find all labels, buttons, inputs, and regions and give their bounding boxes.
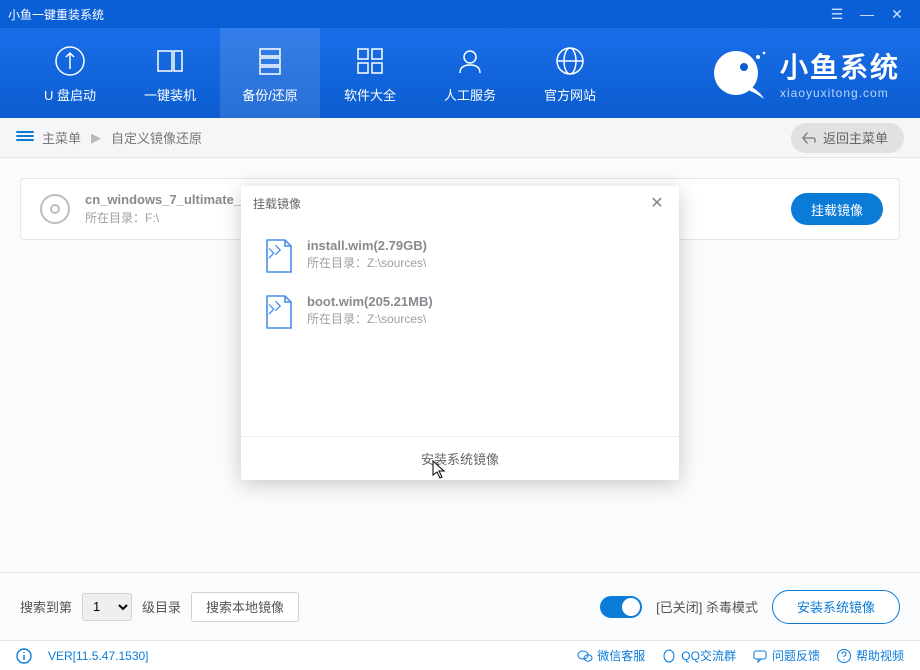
statusbar: VER[11.5.47.1530] 微信客服 QQ交流群 问题反馈 帮助视频 <box>0 640 920 670</box>
usb-icon <box>52 43 88 79</box>
version-label: VER[11.5.47.1530] <box>48 649 149 663</box>
headset-icon <box>452 43 488 79</box>
wechat-support[interactable]: 微信客服 <box>577 647 645 664</box>
search-local-button[interactable]: 搜索本地镜像 <box>191 592 299 622</box>
modal-close-button[interactable]: ✕ <box>647 193 667 213</box>
help-video[interactable]: 帮助视频 <box>836 647 904 664</box>
back-to-main-button[interactable]: 返回主菜单 <box>791 123 904 153</box>
modal-install-button[interactable]: 安装系统镜像 <box>241 436 679 480</box>
mount-image-button[interactable]: 挂载镜像 <box>791 193 883 225</box>
wim-name: boot.wim(205.21MB) <box>307 294 433 309</box>
back-icon <box>801 130 817 146</box>
wechat-icon <box>577 648 593 664</box>
file-icon <box>263 294 295 330</box>
disc-icon <box>37 191 73 227</box>
nav-software[interactable]: 软件大全 <box>320 28 420 118</box>
wim-path: 所在目录：Z:\sources\ <box>307 310 433 327</box>
antivirus-label: [已关闭] 杀毒模式 <box>656 597 758 616</box>
breadcrumb: 主菜单 ▶ 自定义镜像还原 返回主菜单 <box>0 118 920 158</box>
search-label-a: 搜索到第 <box>20 597 72 616</box>
wim-path: 所在目录：Z:\sources\ <box>307 254 427 271</box>
modal-title: 挂载镜像 <box>253 195 301 212</box>
install-system-image-button[interactable]: 安装系统镜像 <box>772 590 900 624</box>
minimize-button[interactable]: ― <box>852 0 882 28</box>
computer-icon <box>152 43 188 79</box>
chat-icon <box>752 648 768 664</box>
search-label-b: 级目录 <box>142 597 181 616</box>
help-icon <box>836 648 852 664</box>
modal-header: 挂载镜像 ✕ <box>241 186 679 220</box>
fish-icon <box>708 43 768 103</box>
titlebar: 小鱼一键重装系统 ☰ ― ✕ <box>0 0 920 28</box>
info-icon <box>16 648 32 664</box>
nav-website[interactable]: 官方网站 <box>520 28 620 118</box>
wim-name: install.wim(2.79GB) <box>307 238 427 253</box>
wim-item-boot[interactable]: boot.wim(205.21MB) 所在目录：Z:\sources\ <box>257 284 663 340</box>
app-title: 小鱼一键重装系统 <box>8 6 822 23</box>
nav-one-click-install[interactable]: 一键装机 <box>120 28 220 118</box>
list-icon <box>16 131 34 145</box>
modal-body: install.wim(2.79GB) 所在目录：Z:\sources\ boo… <box>241 220 679 436</box>
server-icon <box>252 43 288 79</box>
level-select[interactable]: 1 <box>82 593 132 621</box>
mount-image-modal: 挂载镜像 ✕ install.wim(2.79GB) 所在目录：Z:\sourc… <box>241 186 679 480</box>
breadcrumb-root[interactable]: 主菜单 <box>42 128 81 147</box>
file-icon <box>263 238 295 274</box>
chevron-right-icon: ▶ <box>91 130 101 146</box>
antivirus-toggle[interactable] <box>600 596 642 618</box>
globe-icon <box>552 43 588 79</box>
feedback[interactable]: 问题反馈 <box>752 647 820 664</box>
nav-usb-boot[interactable]: U 盘启动 <box>20 28 120 118</box>
qq-icon <box>661 648 677 664</box>
nav-support[interactable]: 人工服务 <box>420 28 520 118</box>
nav-backup-restore[interactable]: 备份/还原 <box>220 28 320 118</box>
close-button[interactable]: ✕ <box>882 0 912 28</box>
wim-item-install[interactable]: install.wim(2.79GB) 所在目录：Z:\sources\ <box>257 228 663 284</box>
logo-text-sub: xiaoyuxitong.com <box>780 86 900 100</box>
qq-group[interactable]: QQ交流群 <box>661 647 736 664</box>
bottom-toolbar: 搜索到第 1 级目录 搜索本地镜像 [已关闭] 杀毒模式 安装系统镜像 <box>0 572 920 640</box>
breadcrumb-current: 自定义镜像还原 <box>111 128 202 147</box>
logo: 小鱼系统 xiaoyuxitong.com <box>708 43 900 103</box>
grid-icon <box>352 43 388 79</box>
navbar: U 盘启动 一键装机 备份/还原 软件大全 人工服务 官方网站 <box>0 28 920 118</box>
logo-text-main: 小鱼系统 <box>780 46 900 86</box>
menu-button[interactable]: ☰ <box>822 0 852 28</box>
